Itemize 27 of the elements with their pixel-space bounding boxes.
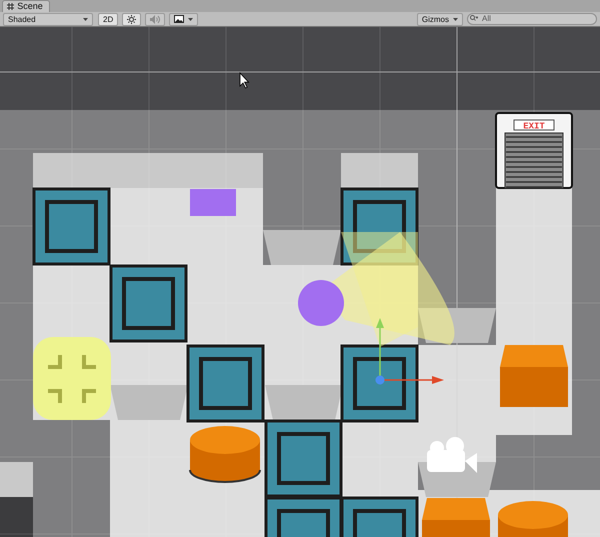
effects-toggle[interactable] — [169, 12, 198, 26]
pit — [0, 497, 33, 537]
exit-door: EXIT — [495, 112, 573, 189]
crate — [422, 498, 490, 537]
caret-icon — [188, 18, 194, 20]
search-icon — [470, 15, 478, 22]
search-field[interactable]: All — [467, 13, 597, 26]
scene-tab[interactable]: Scene — [2, 0, 50, 12]
grid-icon — [7, 3, 14, 10]
gizmos-dropdown[interactable]: Gizmos — [416, 12, 463, 26]
image-icon — [174, 15, 184, 23]
caret-icon — [453, 18, 458, 20]
ball — [298, 280, 344, 326]
lighting-toggle[interactable] — [122, 12, 142, 26]
2d-toggle[interactable]: 2D — [98, 12, 118, 26]
caret-icon — [83, 18, 88, 20]
draw-mode-dropdown[interactable]: Shaded — [3, 12, 93, 26]
cylinder — [498, 501, 568, 537]
move-gizmo — [376, 318, 444, 384]
camera-icon — [427, 437, 477, 473]
floor-marker — [190, 189, 236, 216]
wall-top — [0, 462, 33, 497]
speaker-icon — [150, 14, 160, 24]
cylinder — [189, 426, 261, 483]
sun-icon — [127, 14, 136, 24]
mouse-cursor-icon — [240, 72, 250, 89]
crate — [500, 345, 568, 407]
